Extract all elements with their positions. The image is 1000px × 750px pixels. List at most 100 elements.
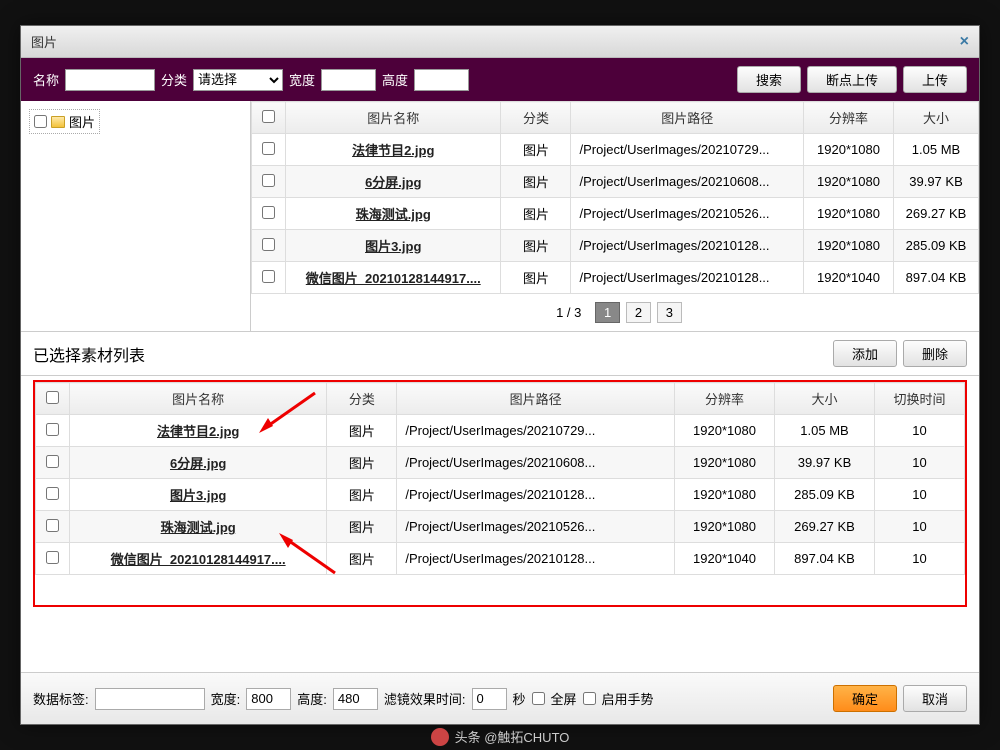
filtertime-label: 滤镜效果时间: bbox=[384, 689, 466, 708]
table-row[interactable]: 珠海测试.jpg 图片 /Project/UserImages/20210526… bbox=[36, 511, 965, 543]
tree-checkbox[interactable] bbox=[34, 115, 47, 128]
bwidth-input[interactable] bbox=[246, 688, 291, 710]
title-bar: 图片 × bbox=[21, 26, 979, 58]
selected-table: 图片名称 分类 图片路径 分辨率 大小 切换时间 法律节目2.jpg 图片 /P… bbox=[35, 382, 965, 575]
table-row[interactable]: 6分屏.jpg 图片 /Project/UserImages/20210608.… bbox=[36, 447, 965, 479]
cell-size: 269.27 KB bbox=[775, 511, 875, 543]
cell-resolution: 1920*1080 bbox=[804, 230, 894, 262]
folder-icon bbox=[51, 116, 65, 128]
cell-path: /Project/UserImages/20210128... bbox=[571, 262, 804, 294]
cancel-button[interactable]: 取消 bbox=[903, 685, 967, 712]
row-checkbox[interactable] bbox=[46, 455, 59, 468]
cell-switch: 10 bbox=[875, 511, 965, 543]
upload-button[interactable]: 上传 bbox=[903, 66, 967, 93]
cell-path: /Project/UserImages/20210526... bbox=[571, 198, 804, 230]
table-row[interactable]: 6分屏.jpg 图片 /Project/UserImages/20210608.… bbox=[252, 166, 979, 198]
table-row[interactable]: 图片3.jpg 图片 /Project/UserImages/20210128.… bbox=[252, 230, 979, 262]
cell-category: 图片 bbox=[501, 166, 571, 198]
bwidth-label: 宽度: bbox=[211, 689, 241, 708]
select-all-checkbox[interactable] bbox=[46, 391, 59, 404]
cell-resolution: 1920*1080 bbox=[675, 511, 775, 543]
pager: 1 / 3 1 2 3 bbox=[251, 294, 979, 331]
cell-switch: 10 bbox=[875, 479, 965, 511]
col-name: 图片名称 bbox=[70, 383, 327, 415]
tag-label: 数据标签: bbox=[33, 689, 89, 708]
cell-resolution: 1920*1080 bbox=[804, 166, 894, 198]
height-input[interactable] bbox=[414, 69, 469, 91]
name-input[interactable] bbox=[65, 69, 155, 91]
bottom-bar: 数据标签: 宽度: 高度: 滤镜效果时间: 秒 全屏 启用手势 确定 取消 bbox=[21, 672, 979, 724]
file-name-link[interactable]: 图片3.jpg bbox=[170, 488, 226, 503]
cell-switch: 10 bbox=[875, 415, 965, 447]
cell-resolution: 1920*1080 bbox=[675, 447, 775, 479]
file-name-link[interactable]: 法律节目2.jpg bbox=[352, 143, 434, 158]
height-label: 高度 bbox=[382, 70, 408, 89]
file-name-link[interactable]: 6分屏.jpg bbox=[170, 456, 226, 471]
tree-root-node[interactable]: 图片 bbox=[29, 109, 100, 134]
file-name-link[interactable]: 珠海测试.jpg bbox=[356, 207, 431, 222]
width-input[interactable] bbox=[321, 69, 376, 91]
pager-page[interactable]: 1 bbox=[595, 302, 620, 323]
col-category: 分类 bbox=[501, 102, 571, 134]
row-checkbox[interactable] bbox=[262, 238, 275, 251]
bheight-input[interactable] bbox=[333, 688, 378, 710]
table-row[interactable]: 微信图片_20210128144917.... 图片 /Project/User… bbox=[252, 262, 979, 294]
dialog-title: 图片 bbox=[31, 32, 57, 51]
tag-input[interactable] bbox=[95, 688, 205, 710]
row-checkbox[interactable] bbox=[46, 519, 59, 532]
cell-category: 图片 bbox=[501, 230, 571, 262]
add-button[interactable]: 添加 bbox=[833, 340, 897, 367]
cell-path: /Project/UserImages/20210526... bbox=[397, 511, 675, 543]
gesture-label: 启用手势 bbox=[602, 689, 654, 708]
file-name-link[interactable]: 6分屏.jpg bbox=[365, 175, 421, 190]
pager-page[interactable]: 3 bbox=[657, 302, 682, 323]
category-select[interactable]: 请选择 bbox=[193, 69, 283, 91]
cell-size: 39.97 KB bbox=[775, 447, 875, 479]
file-name-link[interactable]: 珠海测试.jpg bbox=[161, 520, 236, 535]
cell-path: /Project/UserImages/20210128... bbox=[397, 543, 675, 575]
row-checkbox[interactable] bbox=[262, 174, 275, 187]
fullscreen-checkbox[interactable] bbox=[532, 692, 545, 705]
row-checkbox[interactable] bbox=[262, 142, 275, 155]
seconds-label: 秒 bbox=[513, 689, 526, 708]
table-row[interactable]: 微信图片_20210128144917.... 图片 /Project/User… bbox=[36, 543, 965, 575]
search-button[interactable]: 搜索 bbox=[737, 66, 801, 93]
table-row[interactable]: 法律节目2.jpg 图片 /Project/UserImages/2021072… bbox=[252, 134, 979, 166]
col-name: 图片名称 bbox=[286, 102, 501, 134]
resume-upload-button[interactable]: 断点上传 bbox=[807, 66, 897, 93]
row-checkbox[interactable] bbox=[46, 551, 59, 564]
cell-size: 897.04 KB bbox=[894, 262, 979, 294]
cell-size: 285.09 KB bbox=[775, 479, 875, 511]
browse-table: 图片名称 分类 图片路径 分辨率 大小 法律节目2.jpg 图片 /Projec… bbox=[251, 101, 979, 294]
filtertime-input[interactable] bbox=[472, 688, 507, 710]
cell-size: 269.27 KB bbox=[894, 198, 979, 230]
file-name-link[interactable]: 微信图片_20210128144917.... bbox=[111, 552, 286, 567]
close-icon[interactable]: × bbox=[960, 33, 969, 51]
file-name-link[interactable]: 微信图片_20210128144917.... bbox=[306, 271, 481, 286]
cell-category: 图片 bbox=[327, 447, 397, 479]
cell-resolution: 1920*1080 bbox=[804, 134, 894, 166]
cell-category: 图片 bbox=[327, 415, 397, 447]
delete-button[interactable]: 删除 bbox=[903, 340, 967, 367]
select-all-checkbox[interactable] bbox=[262, 110, 275, 123]
ok-button[interactable]: 确定 bbox=[833, 685, 897, 712]
col-resolution: 分辨率 bbox=[675, 383, 775, 415]
cell-resolution: 1920*1040 bbox=[804, 262, 894, 294]
top-body: 图片 图片名称 分类 图片路径 分辨率 大小 法律节目2.jpg 图片 /Pro… bbox=[21, 101, 979, 332]
cell-resolution: 1920*1040 bbox=[675, 543, 775, 575]
file-name-link[interactable]: 图片3.jpg bbox=[365, 239, 421, 254]
table-row[interactable]: 法律节目2.jpg 图片 /Project/UserImages/2021072… bbox=[36, 415, 965, 447]
col-path: 图片路径 bbox=[571, 102, 804, 134]
col-switch: 切换时间 bbox=[875, 383, 965, 415]
pager-page[interactable]: 2 bbox=[626, 302, 651, 323]
col-resolution: 分辨率 bbox=[804, 102, 894, 134]
table-row[interactable]: 珠海测试.jpg 图片 /Project/UserImages/20210526… bbox=[252, 198, 979, 230]
table-row[interactable]: 图片3.jpg 图片 /Project/UserImages/20210128.… bbox=[36, 479, 965, 511]
row-checkbox[interactable] bbox=[46, 423, 59, 436]
row-checkbox[interactable] bbox=[46, 487, 59, 500]
gesture-checkbox[interactable] bbox=[583, 692, 596, 705]
row-checkbox[interactable] bbox=[262, 206, 275, 219]
row-checkbox[interactable] bbox=[262, 270, 275, 283]
file-name-link[interactable]: 法律节目2.jpg bbox=[157, 424, 239, 439]
filter-bar: 名称 分类 请选择 宽度 高度 搜索 断点上传 上传 bbox=[21, 58, 979, 101]
